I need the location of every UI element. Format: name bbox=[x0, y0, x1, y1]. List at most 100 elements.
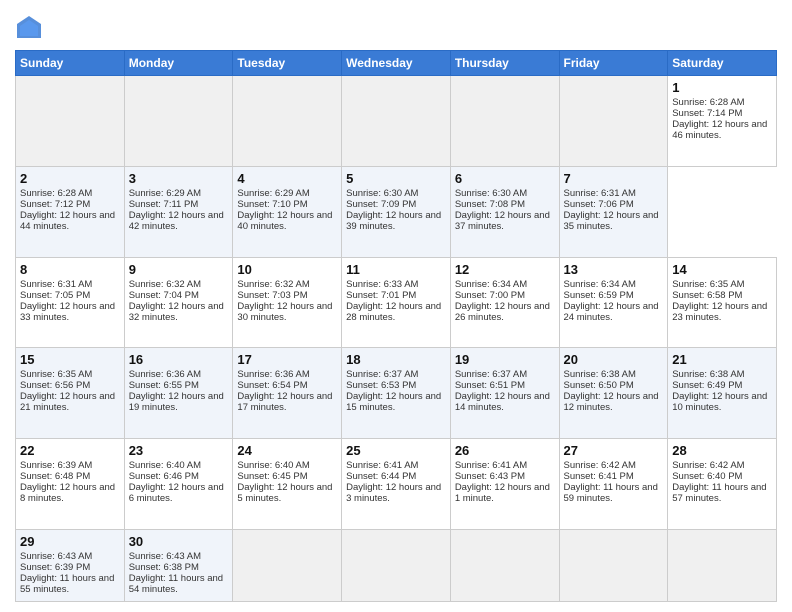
daylight-text: Daylight: 12 hours and 24 minutes. bbox=[564, 301, 664, 323]
calendar-week-6: 29Sunrise: 6:43 AMSunset: 6:39 PMDayligh… bbox=[16, 529, 777, 601]
day-number: 17 bbox=[237, 352, 337, 367]
daylight-text: Daylight: 11 hours and 54 minutes. bbox=[129, 573, 229, 595]
day-number: 14 bbox=[672, 262, 772, 277]
sunset-text: Sunset: 6:38 PM bbox=[129, 562, 229, 573]
sunrise-text: Sunrise: 6:30 AM bbox=[455, 188, 555, 199]
calendar-cell: 5Sunrise: 6:30 AMSunset: 7:09 PMDaylight… bbox=[342, 166, 451, 257]
daylight-text: Daylight: 12 hours and 44 minutes. bbox=[20, 210, 120, 232]
sunset-text: Sunset: 6:59 PM bbox=[564, 290, 664, 301]
sunset-text: Sunset: 6:50 PM bbox=[564, 380, 664, 391]
calendar-cell: 20Sunrise: 6:38 AMSunset: 6:50 PMDayligh… bbox=[559, 348, 668, 439]
daylight-text: Daylight: 12 hours and 28 minutes. bbox=[346, 301, 446, 323]
calendar-cell bbox=[342, 76, 451, 167]
calendar-week-1: 1 Sunrise: 6:28 AMSunset: 7:14 PMDaylight… bbox=[16, 76, 777, 167]
day-number: 2 bbox=[20, 171, 120, 186]
daylight-text: Daylight: 12 hours and 1 minute. bbox=[455, 482, 555, 504]
daylight-text: Daylight: 11 hours and 57 minutes. bbox=[672, 482, 772, 504]
day-number: 15 bbox=[20, 352, 120, 367]
calendar-cell: 23Sunrise: 6:40 AMSunset: 6:46 PMDayligh… bbox=[124, 439, 233, 530]
sunrise-text: Sunrise: 6:43 AM bbox=[129, 551, 229, 562]
day-number: 29 bbox=[20, 534, 120, 549]
calendar-cell bbox=[233, 76, 342, 167]
day-number: 9 bbox=[129, 262, 229, 277]
day-number: 20 bbox=[564, 352, 664, 367]
sunset-text: Sunset: 7:01 PM bbox=[346, 290, 446, 301]
sunset-text: Sunset: 6:54 PM bbox=[237, 380, 337, 391]
calendar: SundayMondayTuesdayWednesdayThursdayFrid… bbox=[15, 50, 777, 602]
sunset-text: Sunset: 6:58 PM bbox=[672, 290, 772, 301]
sunset-text: Sunset: 7:10 PM bbox=[237, 199, 337, 210]
header bbox=[15, 10, 777, 42]
sunset-text: Sunset: 6:41 PM bbox=[564, 471, 664, 482]
sunset-text: Sunset: 7:03 PM bbox=[237, 290, 337, 301]
sunset-text: Sunset: 7:14 PM bbox=[672, 108, 772, 119]
day-number: 4 bbox=[237, 171, 337, 186]
calendar-cell bbox=[342, 529, 451, 601]
sunset-text: Sunset: 6:44 PM bbox=[346, 471, 446, 482]
day-number: 8 bbox=[20, 262, 120, 277]
day-number: 16 bbox=[129, 352, 229, 367]
day-number: 22 bbox=[20, 443, 120, 458]
calendar-cell: 1 Sunrise: 6:28 AMSunset: 7:14 PMDaylight… bbox=[668, 76, 777, 167]
calendar-cell bbox=[16, 76, 125, 167]
day-number: 24 bbox=[237, 443, 337, 458]
calendar-cell: 14Sunrise: 6:35 AMSunset: 6:58 PMDayligh… bbox=[668, 257, 777, 348]
day-number: 26 bbox=[455, 443, 555, 458]
sunrise-text: Sunrise: 6:30 AM bbox=[346, 188, 446, 199]
sunrise-text: Sunrise: 6:36 AM bbox=[129, 369, 229, 380]
sunrise-text: Sunrise: 6:29 AM bbox=[237, 188, 337, 199]
calendar-week-2: 2Sunrise: 6:28 AMSunset: 7:12 PMDaylight… bbox=[16, 166, 777, 257]
day-number: 23 bbox=[129, 443, 229, 458]
sunset-text: Sunset: 7:12 PM bbox=[20, 199, 120, 210]
calendar-cell: 6 Sunrise: 6:30 AMSunset: 7:08 PMDaylight… bbox=[450, 166, 559, 257]
day-number: 1 bbox=[672, 80, 772, 95]
calendar-cell bbox=[233, 529, 342, 601]
day-number: 25 bbox=[346, 443, 446, 458]
day-header-sunday: Sunday bbox=[16, 51, 125, 76]
daylight-text: Daylight: 12 hours and 3 minutes. bbox=[346, 482, 446, 504]
day-number: 6 bbox=[455, 171, 555, 186]
sunset-text: Sunset: 7:00 PM bbox=[455, 290, 555, 301]
sunset-text: Sunset: 6:53 PM bbox=[346, 380, 446, 391]
daylight-text: Daylight: 12 hours and 37 minutes. bbox=[455, 210, 555, 232]
daylight-text: Daylight: 12 hours and 19 minutes. bbox=[129, 391, 229, 413]
daylight-text: Daylight: 12 hours and 40 minutes. bbox=[237, 210, 337, 232]
day-number: 7 bbox=[564, 171, 664, 186]
sunset-text: Sunset: 7:06 PM bbox=[564, 199, 664, 210]
sunset-text: Sunset: 6:55 PM bbox=[129, 380, 229, 391]
calendar-cell bbox=[668, 529, 777, 601]
calendar-cell: 18Sunrise: 6:37 AMSunset: 6:53 PMDayligh… bbox=[342, 348, 451, 439]
sunrise-text: Sunrise: 6:39 AM bbox=[20, 460, 120, 471]
daylight-text: Daylight: 11 hours and 55 minutes. bbox=[20, 573, 120, 595]
sunset-text: Sunset: 6:45 PM bbox=[237, 471, 337, 482]
day-number: 21 bbox=[672, 352, 772, 367]
calendar-week-4: 15Sunrise: 6:35 AMSunset: 6:56 PMDayligh… bbox=[16, 348, 777, 439]
day-header-saturday: Saturday bbox=[668, 51, 777, 76]
sunset-text: Sunset: 7:08 PM bbox=[455, 199, 555, 210]
sunset-text: Sunset: 6:56 PM bbox=[20, 380, 120, 391]
calendar-cell: 13Sunrise: 6:34 AMSunset: 6:59 PMDayligh… bbox=[559, 257, 668, 348]
daylight-text: Daylight: 12 hours and 12 minutes. bbox=[564, 391, 664, 413]
day-header-thursday: Thursday bbox=[450, 51, 559, 76]
daylight-text: Daylight: 12 hours and 17 minutes. bbox=[237, 391, 337, 413]
calendar-cell: 26Sunrise: 6:41 AMSunset: 6:43 PMDayligh… bbox=[450, 439, 559, 530]
sunrise-text: Sunrise: 6:31 AM bbox=[20, 279, 120, 290]
day-number: 27 bbox=[564, 443, 664, 458]
sunset-text: Sunset: 6:43 PM bbox=[455, 471, 555, 482]
calendar-cell: 4 Sunrise: 6:29 AMSunset: 7:10 PMDaylight… bbox=[233, 166, 342, 257]
calendar-cell: 2Sunrise: 6:28 AMSunset: 7:12 PMDaylight… bbox=[16, 166, 125, 257]
logo bbox=[15, 14, 47, 42]
daylight-text: Daylight: 12 hours and 21 minutes. bbox=[20, 391, 120, 413]
calendar-cell: 24Sunrise: 6:40 AMSunset: 6:45 PMDayligh… bbox=[233, 439, 342, 530]
sunset-text: Sunset: 6:46 PM bbox=[129, 471, 229, 482]
calendar-cell: 10Sunrise: 6:32 AMSunset: 7:03 PMDayligh… bbox=[233, 257, 342, 348]
sunrise-text: Sunrise: 6:28 AM bbox=[672, 97, 772, 108]
calendar-cell: 28Sunrise: 6:42 AMSunset: 6:40 PMDayligh… bbox=[668, 439, 777, 530]
day-header-wednesday: Wednesday bbox=[342, 51, 451, 76]
day-number: 19 bbox=[455, 352, 555, 367]
daylight-text: Daylight: 12 hours and 23 minutes. bbox=[672, 301, 772, 323]
daylight-text: Daylight: 12 hours and 46 minutes. bbox=[672, 119, 772, 141]
daylight-text: Daylight: 12 hours and 32 minutes. bbox=[129, 301, 229, 323]
sunrise-text: Sunrise: 6:34 AM bbox=[455, 279, 555, 290]
calendar-cell: 22Sunrise: 6:39 AMSunset: 6:48 PMDayligh… bbox=[16, 439, 125, 530]
